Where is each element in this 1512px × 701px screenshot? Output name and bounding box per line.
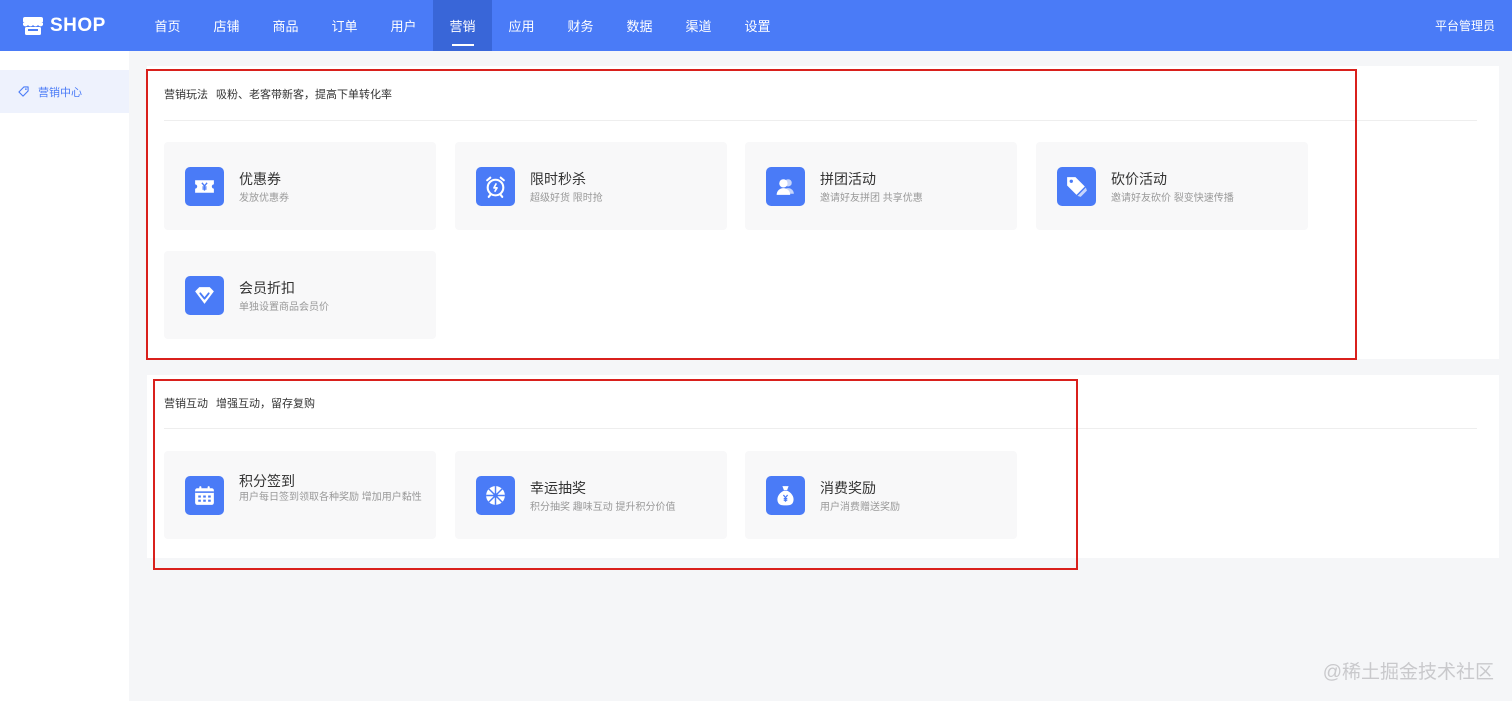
divider bbox=[164, 120, 1477, 121]
card-description: 发放优惠券 bbox=[239, 193, 289, 204]
card-description: 单独设置商品会员价 bbox=[239, 302, 329, 313]
card-title: 优惠券 bbox=[239, 171, 281, 187]
card-bargain[interactable]: 砍价活动 邀请好友砍价 裂变快速传播 bbox=[1036, 142, 1308, 230]
card-title: 幸运抽奖 bbox=[530, 480, 586, 496]
price-tag-icon bbox=[1067, 177, 1087, 197]
shop-icon bbox=[23, 16, 43, 35]
section-header: 营销玩法 吸粉、老客带新客，提高下单转化率 bbox=[164, 86, 392, 102]
group-users-icon bbox=[776, 179, 794, 195]
sidebar-item-label: 营销中心 bbox=[38, 86, 82, 99]
logo[interactable]: SHOP bbox=[0, 0, 138, 51]
section-title: 营销互动 bbox=[164, 398, 208, 410]
card-title: 会员折扣 bbox=[239, 280, 295, 296]
section-subtitle: 增强互动，留存复购 bbox=[216, 398, 315, 410]
lucky-wheel-icon bbox=[486, 486, 505, 505]
alarm-clock-icon bbox=[486, 176, 505, 198]
card-spending-reward[interactable]: 消费奖励 用户消费赠送奖励 bbox=[745, 451, 1017, 539]
nav-item-marketing[interactable]: 营销 bbox=[433, 0, 492, 51]
card-title: 拼团活动 bbox=[820, 171, 876, 187]
nav-item-products[interactable]: 商品 bbox=[256, 0, 315, 51]
card-group-buy[interactable]: 拼团活动 邀请好友拼团 共享优惠 bbox=[745, 142, 1017, 230]
card-description: 用户每日签到领取各种奖励 增加用户黏性 bbox=[239, 492, 422, 503]
nav-item-orders[interactable]: 订单 bbox=[315, 0, 374, 51]
tag-icon bbox=[18, 86, 29, 97]
top-navbar: SHOP 首页 店铺 商品 订单 用户 营销 应用 财务 数据 渠道 设置 平台… bbox=[0, 0, 1512, 51]
money-bag-icon bbox=[777, 486, 794, 506]
nav-item-store[interactable]: 店铺 bbox=[197, 0, 256, 51]
nav-item-users[interactable]: 用户 bbox=[374, 0, 433, 51]
card-description: 邀请好友拼团 共享优惠 bbox=[820, 193, 923, 204]
sidebar-item-marketing-center[interactable]: 营销中心 bbox=[0, 70, 129, 113]
admin-user-menu[interactable]: 平台管理员 bbox=[1435, 0, 1495, 51]
card-title: 积分签到 bbox=[239, 473, 295, 489]
watermark: @稀土掘金技术社区 bbox=[1322, 662, 1494, 683]
coupon-icon bbox=[195, 180, 214, 193]
section-subtitle: 吸粉、老客带新客，提高下单转化率 bbox=[216, 89, 392, 101]
nav-item-channels[interactable]: 渠道 bbox=[669, 0, 728, 51]
section-header: 营销互动 增强互动，留存复购 bbox=[164, 395, 315, 411]
card-title: 消费奖励 bbox=[820, 480, 876, 496]
nav-item-apps[interactable]: 应用 bbox=[492, 0, 551, 51]
card-member-discount[interactable]: 会员折扣 单独设置商品会员价 bbox=[164, 251, 436, 339]
nav-item-home[interactable]: 首页 bbox=[138, 0, 197, 51]
card-points-checkin[interactable]: 积分签到 用户每日签到领取各种奖励 增加用户黏性 bbox=[164, 451, 436, 539]
section-title: 营销玩法 bbox=[164, 89, 208, 101]
divider bbox=[164, 428, 1477, 429]
card-description: 积分抽奖 趣味互动 提升积分价值 bbox=[530, 502, 676, 513]
card-description: 用户消费赠送奖励 bbox=[820, 502, 900, 513]
card-title: 限时秒杀 bbox=[530, 171, 586, 187]
sidebar: 营销中心 bbox=[0, 51, 129, 701]
diamond-icon bbox=[195, 287, 214, 304]
nav-item-data[interactable]: 数据 bbox=[610, 0, 669, 51]
card-lucky-draw[interactable]: 幸运抽奖 积分抽奖 趣味互动 提升积分价值 bbox=[455, 451, 727, 539]
nav-item-settings[interactable]: 设置 bbox=[728, 0, 787, 51]
nav-item-finance[interactable]: 财务 bbox=[551, 0, 610, 51]
card-description: 超级好货 限时抢 bbox=[530, 193, 603, 204]
card-description: 邀请好友砍价 裂变快速传播 bbox=[1111, 193, 1234, 204]
logo-text: SHOP bbox=[50, 14, 106, 36]
card-flash-sale[interactable]: 限时秒杀 超级好货 限时抢 bbox=[455, 142, 727, 230]
card-title: 砍价活动 bbox=[1111, 171, 1167, 187]
card-coupon[interactable]: 优惠券 发放优惠券 bbox=[164, 142, 436, 230]
main-nav: 首页 店铺 商品 订单 用户 营销 应用 财务 数据 渠道 设置 bbox=[138, 0, 787, 51]
marketing-interaction-section: 营销互动 增强互动，留存复购 积分签到 用户每日签到领取各种奖励 增加用户黏性 bbox=[147, 375, 1499, 558]
marketing-play-section: 营销玩法 吸粉、老客带新客，提高下单转化率 优惠券 发放优惠券 限时秒杀 超级好… bbox=[147, 66, 1499, 359]
calendar-icon bbox=[195, 486, 214, 505]
